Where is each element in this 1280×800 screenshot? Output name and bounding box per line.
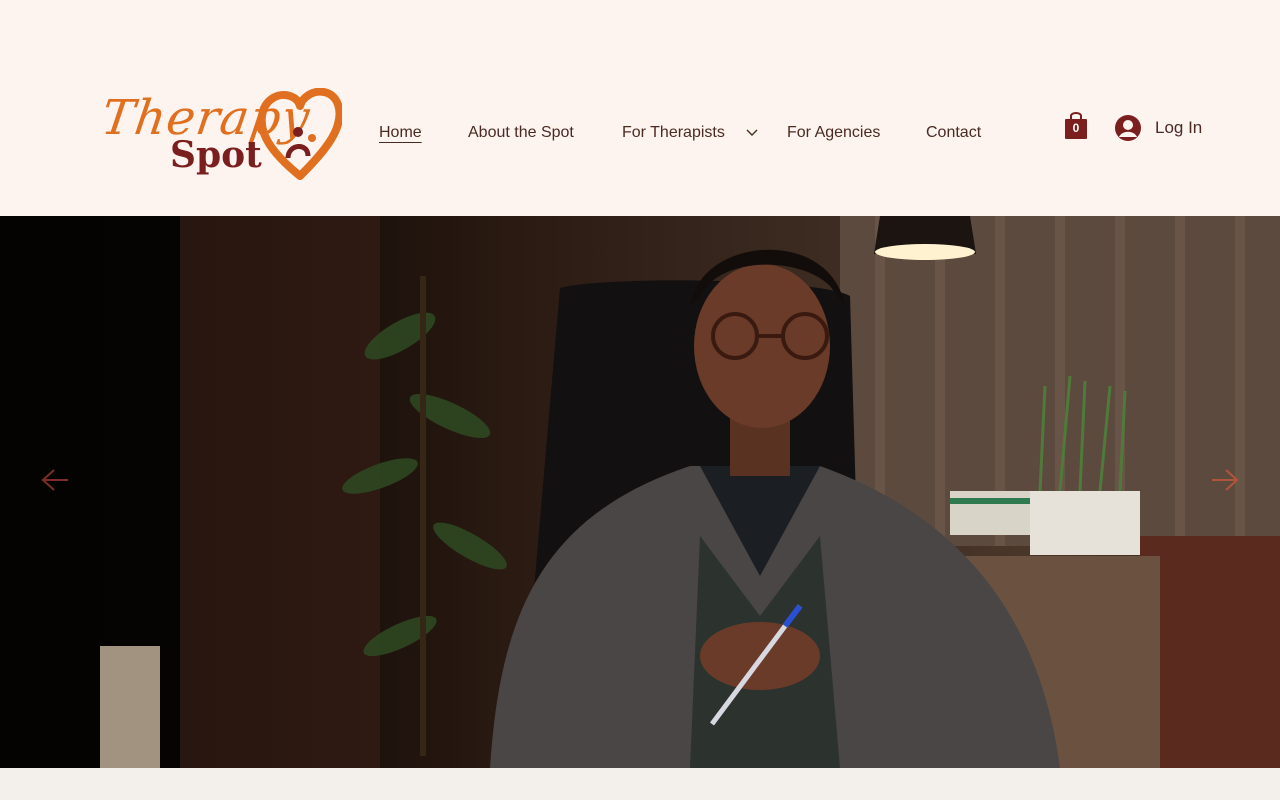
hero-slideshow <box>0 216 1280 768</box>
site-header: Therapy Spot Home About the Spot For The… <box>0 0 1280 216</box>
cart-count: 0 <box>1072 121 1080 135</box>
nav-for-agencies[interactable]: For Agencies <box>787 124 880 142</box>
arrow-left-icon[interactable] <box>40 468 70 492</box>
section-divider <box>0 768 1280 800</box>
heart-icon <box>258 88 342 180</box>
login-label: Log In <box>1155 118 1203 137</box>
nav-home[interactable]: Home <box>379 124 422 142</box>
nav-for-therapists[interactable]: For Therapists <box>622 124 725 142</box>
arrow-right-icon[interactable] <box>1210 468 1240 492</box>
chevron-down-icon[interactable] <box>746 128 758 138</box>
nav-about[interactable]: About the Spot <box>468 124 574 142</box>
cart-button[interactable]: 0 <box>1064 110 1088 140</box>
therapy-spot-logo[interactable]: Therapy Spot <box>98 86 342 186</box>
logo-word-text: Spot <box>170 134 262 176</box>
hero-photo <box>0 216 1280 768</box>
avatar-icon <box>1115 115 1141 141</box>
nav-contact[interactable]: Contact <box>926 124 981 142</box>
